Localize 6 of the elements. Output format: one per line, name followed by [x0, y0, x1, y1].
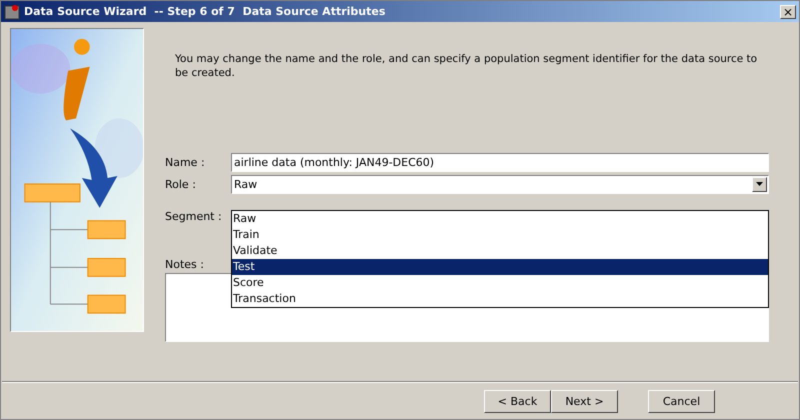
window-title: Data Source Wizard -- Step 6 of 7 Data Source Attributes: [24, 5, 386, 18]
field-label: Segment :: [165, 210, 223, 222]
field-label: Role :: [165, 178, 197, 190]
field-label: Name :: [165, 156, 206, 168]
intro-text: You may change the name and the role, and can specify a population segment identifier for the data source to be created.: [175, 52, 758, 80]
field-label: Notes :: [165, 258, 205, 270]
